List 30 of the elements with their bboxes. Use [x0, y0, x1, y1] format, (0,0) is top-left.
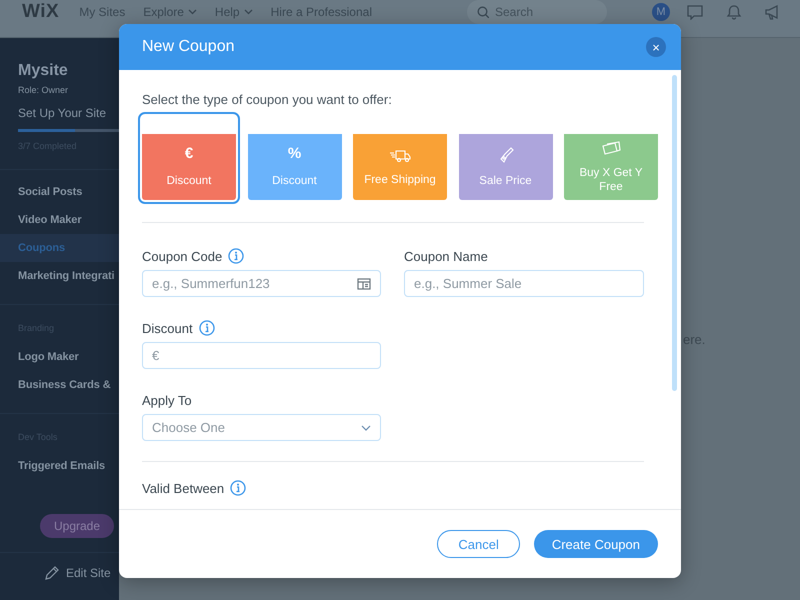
coupon-name-field[interactable]: e.g., Summer Sale [404, 270, 644, 297]
coupon-type-tile[interactable]: € Discount [138, 112, 240, 204]
sidebar-item[interactable]: Triggered Emails [0, 452, 119, 480]
prompt-text: Select the type of coupon you want to offer: [142, 92, 393, 107]
sidebar-item[interactable]: Marketing Integrati [0, 262, 119, 290]
wix-logo[interactable]: WiX [22, 0, 60, 22]
sidebar-item[interactable]: Social Posts [0, 178, 119, 206]
close-button[interactable]: × [646, 37, 666, 57]
user-avatar[interactable]: M [652, 2, 670, 20]
field-label: Coupon Name [404, 248, 488, 264]
setup-title[interactable]: Set Up Your Site [18, 105, 119, 121]
sidebar-item[interactable]: Logo Maker [0, 343, 119, 371]
field-label: Apply To [142, 392, 192, 408]
upgrade-button[interactable]: Upgrade [40, 514, 114, 538]
coupon-code-field[interactable]: e.g., Summerfun123 [142, 270, 381, 297]
field-label: Discount [142, 320, 193, 336]
sidebar-item[interactable]: Video Maker [0, 206, 119, 234]
apply-to-dropdown[interactable]: Choose One [142, 414, 381, 441]
role-label: Role: Owner [18, 85, 70, 95]
sidebar-item[interactable]: Business Cards & [0, 371, 119, 399]
field-label: Coupon Code [142, 248, 222, 264]
dialog-title: New Coupon [142, 38, 234, 56]
discount-field[interactable]: € [142, 342, 381, 369]
symbol-icon: € [184, 146, 194, 164]
cancel-button[interactable]: Cancel [437, 530, 520, 558]
symbol-icon: % [288, 146, 302, 164]
sidebar-item[interactable]: Coupons [0, 234, 119, 262]
create-coupon-button[interactable]: Create Coupon [534, 530, 658, 558]
field-label: Valid Between [142, 480, 224, 496]
site-name: Mysite [18, 62, 69, 80]
